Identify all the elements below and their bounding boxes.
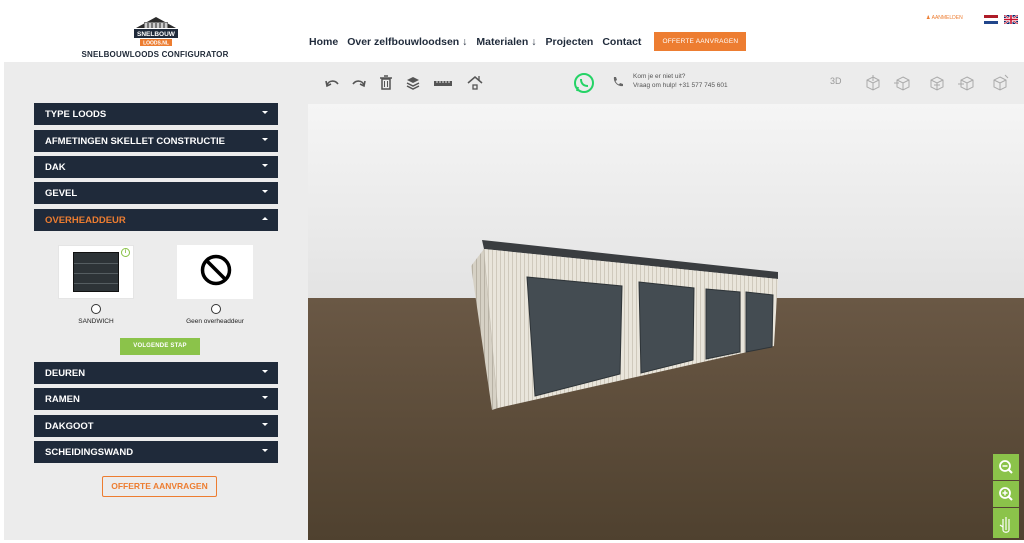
section-dakgoot[interactable]: DAKGOOT — [34, 415, 278, 437]
chevron-down-icon — [262, 370, 268, 373]
radio-sandwich[interactable] — [91, 304, 101, 314]
section-ramen[interactable]: RAMEN — [34, 388, 278, 410]
help-line-1: Kom je er niet uit? — [633, 73, 686, 80]
zoom-out-icon — [999, 460, 1013, 474]
section-label: OVERHEADDEUR — [45, 214, 126, 226]
main-nav: Home Over zelfbouwloodsen ↓ Materialen ↓… — [309, 32, 747, 51]
help-line-2: Vraag om hulp! +31 577 745 601 — [633, 81, 728, 89]
section-label: SCHEIDINGSWAND — [45, 446, 134, 458]
section-afmetingen[interactable]: AFMETINGEN SKELLET CONSTRUCTIE — [34, 130, 278, 152]
section-label: RAMEN — [45, 393, 80, 405]
section-label: GEVEL — [45, 187, 78, 199]
house-icon[interactable] — [466, 74, 484, 92]
next-step-button[interactable]: VOLGENDE STAP — [120, 338, 200, 355]
chevron-down-icon — [262, 423, 268, 426]
top-view-icon[interactable] — [864, 74, 882, 92]
viewer-toolbar: Kom je er niet uit? Vraag om hulp! +31 5… — [308, 62, 1024, 104]
view-3d-button[interactable]: 3D — [830, 76, 842, 86]
chevron-down-icon — [262, 396, 268, 399]
configurator-sidebar: TYPE LOODS AFMETINGEN SKELLET CONSTRUCTI… — [4, 62, 308, 540]
nav-contact[interactable]: Contact — [602, 36, 641, 48]
option-no-door[interactable] — [177, 245, 253, 299]
option-sandwich[interactable]: i — [58, 245, 134, 299]
section-gevel[interactable]: GEVEL — [34, 182, 278, 204]
section-label: AFMETINGEN SKELLET CONSTRUCTIE — [45, 135, 225, 147]
section-label: DAK — [45, 161, 66, 173]
chevron-down-icon — [262, 111, 268, 114]
logo-text-bottom: LOODS.NL — [143, 41, 169, 47]
3d-viewport[interactable] — [308, 104, 1024, 540]
zoom-out-button[interactable] — [993, 454, 1019, 480]
info-icon[interactable]: i — [121, 248, 130, 257]
help-text: Kom je er niet uit? Vraag om hulp! +31 5… — [633, 73, 728, 90]
zoom-in-button[interactable] — [993, 481, 1019, 507]
no-entry-icon — [200, 254, 232, 286]
section-label: TYPE LOODS — [45, 108, 107, 120]
user-icon: ♟ — [926, 15, 931, 21]
chevron-down-icon — [262, 164, 268, 167]
right-view-icon[interactable] — [958, 74, 976, 92]
phone-icon — [613, 77, 623, 87]
pan-hand-icon — [999, 517, 1010, 533]
back-view-icon[interactable] — [991, 74, 1009, 92]
section-label: DEUREN — [45, 367, 86, 379]
ruler-icon[interactable] — [433, 74, 453, 92]
section-overheaddeur[interactable]: OVERHEADDEUR — [34, 209, 278, 231]
logo-subtitle: SNELBOUWLOODS CONFIGURATOR — [81, 50, 229, 59]
left-view-icon[interactable] — [894, 74, 912, 92]
login-link[interactable]: ♟ AANMELDEN — [926, 15, 963, 21]
chevron-up-icon — [262, 217, 268, 220]
section-scheidingswand[interactable]: SCHEIDINGSWAND — [34, 441, 278, 463]
pan-button[interactable] — [993, 508, 1019, 538]
en-flag-icon[interactable] — [1004, 15, 1018, 24]
sandwich-panel-door-icon — [73, 252, 119, 292]
nav-about[interactable]: Over zelfbouwloodsen ↓ — [347, 36, 467, 48]
zoom-in-icon — [999, 487, 1013, 501]
nav-materials[interactable]: Materialen ↓ — [476, 36, 536, 48]
chevron-down-icon — [262, 190, 268, 193]
chevron-down-icon — [262, 138, 268, 141]
header-quote-button[interactable]: OFFERTE AANVRAGEN — [654, 32, 747, 51]
site-header: SNELBOUW LOODS.NL SNELBOUWLOODS CONFIGUR… — [0, 0, 1024, 62]
nl-flag-icon[interactable] — [984, 15, 998, 24]
section-label: DAKGOOT — [45, 420, 94, 432]
logo[interactable]: SNELBOUW LOODS.NL — [130, 14, 182, 48]
nav-projects[interactable]: Projecten — [545, 36, 593, 48]
trash-icon[interactable] — [377, 74, 395, 92]
sidebar-quote-button[interactable]: OFFERTE AANVRAGEN — [102, 476, 217, 497]
section-dak[interactable]: DAK — [34, 156, 278, 178]
front-view-icon[interactable] — [928, 74, 946, 92]
option-label-sandwich: SANDWICH — [78, 318, 114, 325]
section-deuren[interactable]: DEUREN — [34, 362, 278, 384]
undo-icon[interactable] — [323, 74, 341, 92]
login-label: AANMELDEN — [931, 15, 963, 21]
whatsapp-icon[interactable] — [573, 72, 595, 94]
layers-icon[interactable] — [404, 74, 422, 92]
section-type-loods[interactable]: TYPE LOODS — [34, 103, 278, 125]
redo-icon[interactable] — [350, 74, 368, 92]
radio-no-door[interactable] — [211, 304, 221, 314]
option-label-no-door: Geen overheaddeur — [186, 318, 244, 325]
chevron-down-icon — [262, 449, 268, 452]
logo-text-top: SNELBOUW — [137, 31, 176, 38]
nav-home[interactable]: Home — [309, 36, 338, 48]
